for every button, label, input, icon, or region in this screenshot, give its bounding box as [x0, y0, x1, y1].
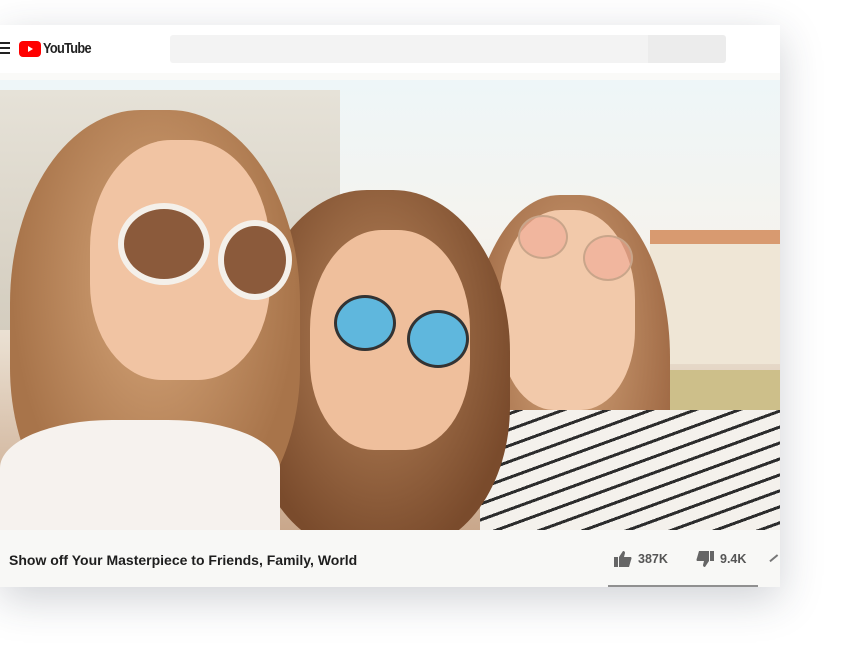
search-button[interactable]: [648, 35, 726, 63]
search-input[interactable]: [170, 35, 648, 63]
glasses-lens: [583, 235, 633, 281]
sunglasses-lens: [218, 220, 292, 300]
sunglasses-lens: [118, 203, 210, 285]
like-button[interactable]: 387K: [614, 551, 668, 567]
sunglasses-lens: [334, 295, 396, 351]
youtube-window: YouTube Show off Your Masterpiece to Fri…: [0, 25, 780, 587]
like-ratio-bar: [608, 585, 758, 587]
sunglasses-lens: [407, 310, 469, 368]
thumbs-up-icon: [614, 551, 632, 567]
video-title: Show off Your Masterpiece to Friends, Fa…: [9, 552, 358, 568]
header: YouTube: [0, 25, 780, 73]
glasses-lens: [518, 215, 568, 259]
dislike-button[interactable]: 9.4K: [696, 551, 746, 567]
menu-icon[interactable]: [0, 42, 10, 54]
logo-text: YouTube: [43, 40, 92, 57]
like-count: 387K: [638, 552, 668, 566]
dislike-count: 9.4K: [720, 552, 747, 566]
thumbs-down-icon: [696, 551, 714, 567]
video-info-bar: Show off Your Masterpiece to Friends, Fa…: [0, 530, 780, 587]
white-top: [0, 420, 280, 530]
play-icon: [19, 40, 41, 57]
video-player[interactable]: [0, 80, 780, 530]
youtube-logo[interactable]: YouTube: [19, 40, 99, 57]
divider: [0, 73, 780, 80]
striped-shirt: [480, 410, 780, 530]
share-icon[interactable]: [769, 554, 780, 570]
